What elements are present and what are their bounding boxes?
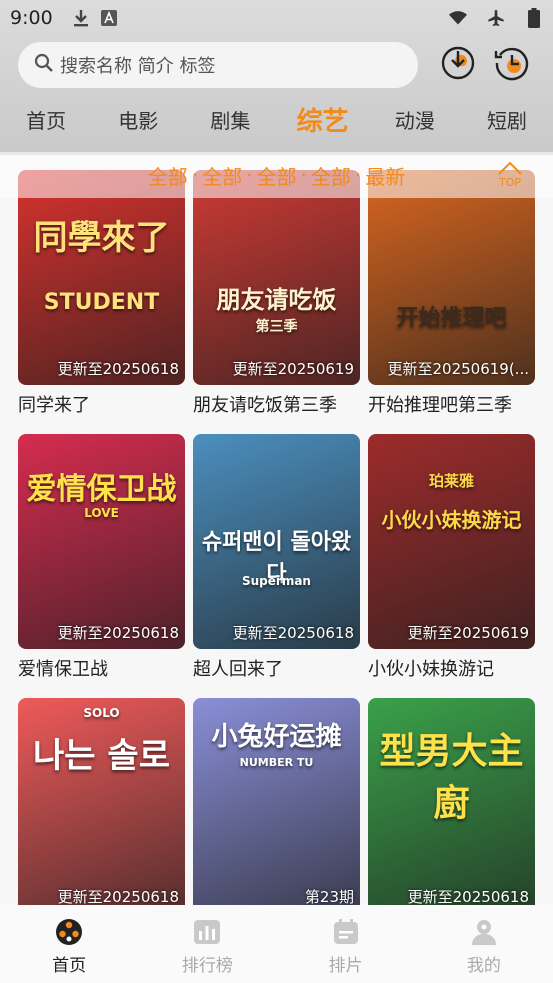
filter-separator: · <box>354 163 362 187</box>
poster-text: 开始推理吧 <box>396 306 507 331</box>
status-time: 9:00 <box>10 7 53 29</box>
poster-text: 爱情保卫战 <box>26 472 177 507</box>
poster-subtext: LOVE <box>84 506 119 520</box>
update-badge: 更新至20250619 <box>407 624 529 642</box>
search-placeholder: 搜索名称 简介 标签 <box>60 56 216 77</box>
card[interactable]: 开始推理吧 更新至20250619(... 开始推理吧第三季 <box>368 170 535 417</box>
search-icon <box>34 53 54 77</box>
poster[interactable]: 小兔好运摊 NUMBER TU 第23期 <box>193 698 360 913</box>
download-circle-icon <box>441 46 475 80</box>
search-bar[interactable]: 搜索名称 简介 标签 <box>18 42 418 88</box>
poster-text: 型男大主廚 <box>379 731 524 824</box>
download-button[interactable] <box>440 45 476 81</box>
history-clock-icon <box>494 47 529 81</box>
poster-text: 朋友请吃饭 <box>216 286 337 314</box>
update-badge: 更新至20250618 <box>57 360 179 378</box>
card[interactable]: 爱情保卫战 LOVE 更新至20250618 爱情保卫战 <box>18 434 185 681</box>
update-badge: 更新至20250619(... <box>387 360 529 378</box>
tab-series[interactable]: 剧集 <box>184 105 276 134</box>
poster[interactable]: 슈퍼맨이 돌아왔다 Superman 更新至20250618 <box>193 434 360 649</box>
card-title[interactable]: 爱情保卫战 <box>18 655 185 681</box>
card[interactable]: 小伙小妹换游记 珀莱雅 更新至20250619 小伙小妹换游记 <box>368 434 535 681</box>
update-badge: 更新至20250618 <box>57 624 179 642</box>
card-title[interactable]: 朋友请吃饭第三季 <box>193 391 360 417</box>
card[interactable]: SOLO 나는 솔로 更新至20250618 <box>18 698 185 919</box>
filter-separator: · <box>246 163 253 187</box>
nav-mine-label: 我的 <box>466 956 501 976</box>
poster-subtext: 第三季 <box>255 319 298 335</box>
download-icon <box>72 9 90 27</box>
category-tabs: 首页 电影 剧集 综艺 动漫 短剧 <box>0 96 553 142</box>
filter-language[interactable]: 全部 <box>311 161 351 190</box>
card-title[interactable]: 开始推理吧第三季 <box>368 391 535 417</box>
tab-home[interactable]: 首页 <box>0 105 92 134</box>
history-button[interactable] <box>494 45 530 81</box>
poster-text: 나는 솔로 <box>33 736 170 776</box>
poster-subtext: Superman <box>242 574 311 588</box>
update-badge: 更新至20250619 <box>232 360 354 378</box>
poster-subtext: STUDENT <box>43 290 160 315</box>
nav-home-label: 首页 <box>52 956 87 976</box>
film-reel-icon <box>56 919 83 945</box>
filter-sort[interactable]: 最新 <box>365 161 405 190</box>
calendar-icon <box>333 919 358 944</box>
filter-separator: · <box>191 163 199 187</box>
user-icon <box>471 920 496 945</box>
nav-schedule-label: 排片 <box>328 956 363 976</box>
update-badge: 更新至20250618 <box>57 888 179 906</box>
nav-schedule[interactable]: 排片 <box>277 905 415 983</box>
card[interactable]: 小兔好运摊 NUMBER TU 第23期 <box>193 698 360 919</box>
tab-short-drama[interactable]: 短剧 <box>461 105 553 134</box>
poster[interactable]: 型男大主廚 更新至20250618 <box>368 698 535 913</box>
poster-subtext: SOLO <box>83 706 120 720</box>
poster[interactable]: 同學來了 STUDENT 更新至20250618 <box>18 170 185 385</box>
poster-subtext: NUMBER TU <box>239 756 314 769</box>
battery-icon <box>525 8 543 28</box>
card-title[interactable]: 同学来了 <box>18 391 185 417</box>
filter-year[interactable]: 全部 <box>257 161 297 190</box>
poster[interactable]: 开始推理吧 更新至20250619(... <box>368 170 535 385</box>
bottom-navigation: 首页 排行榜 排片 我的 <box>0 905 553 983</box>
nav-ranking[interactable]: 排行榜 <box>138 905 276 983</box>
nav-ranking-label: 排行榜 <box>181 956 233 976</box>
nav-home[interactable]: 首页 <box>0 905 138 983</box>
poster-text: 小兔好运摊 <box>211 722 342 752</box>
wifi-icon <box>449 9 467 27</box>
back-to-top-button[interactable]: TOP <box>495 160 525 192</box>
tab-movie[interactable]: 电影 <box>92 105 184 134</box>
poster-text: 同學來了 <box>33 218 170 258</box>
card-title[interactable]: 超人回来了 <box>193 655 360 681</box>
card-title[interactable]: 小伙小妹换游记 <box>368 655 535 681</box>
poster[interactable]: SOLO 나는 솔로 更新至20250618 <box>18 698 185 913</box>
filter-region[interactable]: 全部 <box>202 161 242 190</box>
font-a-icon <box>100 9 118 27</box>
chevron-up-icon <box>498 161 522 175</box>
airplane-icon <box>487 9 505 27</box>
poster-subtext: 珀莱雅 <box>428 472 474 490</box>
poster[interactable]: 朋友请吃饭 第三季 更新至20250619 <box>193 170 360 385</box>
card[interactable]: 슈퍼맨이 돌아왔다 Superman 更新至20250618 超人回来了 <box>193 434 360 681</box>
poster[interactable]: 爱情保卫战 LOVE 更新至20250618 <box>18 434 185 649</box>
tab-anime[interactable]: 动漫 <box>369 105 461 134</box>
update-badge: 更新至20250618 <box>407 888 529 906</box>
update-badge: 更新至20250618 <box>232 624 354 642</box>
nav-mine[interactable]: 我的 <box>415 905 553 983</box>
card[interactable]: 同學來了 STUDENT 更新至20250618 同学来了 <box>18 170 185 417</box>
filter-separator: · <box>300 163 307 187</box>
tab-variety[interactable]: 综艺 <box>277 101 369 138</box>
chart-icon <box>194 920 221 944</box>
top-label: TOP <box>498 176 521 189</box>
poster[interactable]: 小伙小妹换游记 珀莱雅 更新至20250619 <box>368 434 535 649</box>
filter-bar: 全部 · 全部 · 全部 · 全部 · 最新 <box>0 152 553 198</box>
status-bar: 9:00 <box>0 0 553 36</box>
card[interactable]: 型男大主廚 更新至20250618 <box>368 698 535 919</box>
update-badge: 第23期 <box>304 888 354 906</box>
poster-text: 小伙小妹换游记 <box>381 508 522 532</box>
filter-type[interactable]: 全部 <box>148 161 188 190</box>
card[interactable]: 朋友请吃饭 第三季 更新至20250619 朋友请吃饭第三季 <box>193 170 360 417</box>
